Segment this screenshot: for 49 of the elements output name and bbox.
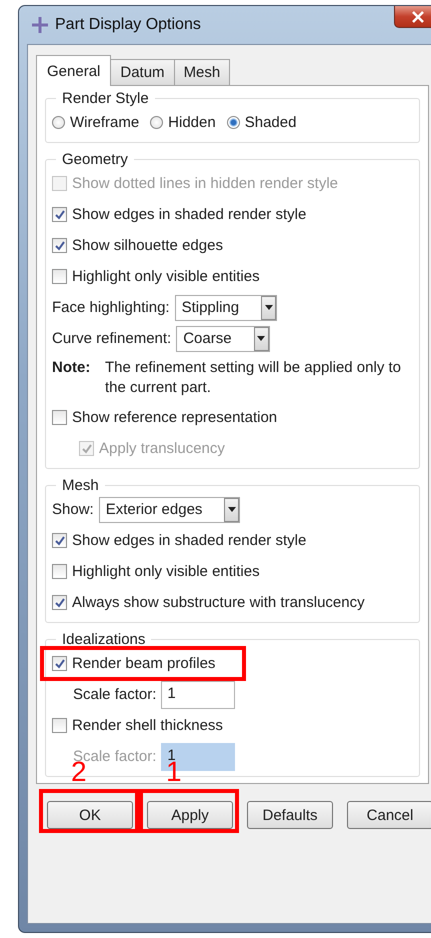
checkbox[interactable] — [52, 718, 67, 733]
checkbox-label[interactable]: Render shell thickness — [72, 717, 223, 734]
tab[interactable]: Mesh — [174, 59, 230, 85]
dialog-button[interactable]: Apply — [147, 801, 233, 829]
radio-option[interactable]: Hidden — [150, 114, 216, 131]
dropdown-label: Show: — [52, 501, 94, 518]
dropdown-label: Curve refinement: — [52, 330, 172, 347]
dropdown-label: Face highlighting: — [52, 299, 170, 316]
checkbox-label[interactable]: Render beam profiles — [72, 655, 216, 672]
dropdown[interactable]: Coarse — [176, 326, 270, 352]
input-field[interactable]: 1 — [161, 680, 236, 708]
dialog-button[interactable]: Cancel — [347, 801, 431, 829]
checkbox[interactable] — [52, 238, 67, 253]
checkbox[interactable] — [52, 656, 67, 671]
radio-option[interactable]: Wireframe — [52, 114, 140, 131]
field-label: Scale factor: — [73, 686, 156, 703]
dropdown-arrow-icon — [257, 336, 266, 341]
dropdown[interactable]: Stippling — [174, 294, 278, 320]
checkbox-label[interactable]: Show silhouette edges — [72, 237, 223, 254]
window-title: Part Display Options — [55, 16, 201, 34]
dropdown[interactable]: Exterior edges — [98, 496, 240, 522]
app-icon — [31, 16, 49, 34]
checkbox-label[interactable]: Show reference representation — [72, 409, 278, 426]
checkbox[interactable] — [52, 564, 67, 579]
tab[interactable]: General — [36, 55, 112, 86]
note-label: Note: — [52, 358, 92, 378]
checkbox-label[interactable]: Highlight only visible entities — [72, 268, 260, 285]
group-title: Geometry — [61, 151, 129, 168]
dropdown-arrow-icon — [228, 507, 236, 512]
group-title: Idealizations — [61, 631, 146, 648]
checkbox-label[interactable]: Show edges in shaded render style — [72, 532, 306, 549]
checkbox-label[interactable]: Show edges in shaded render style — [72, 206, 306, 223]
tab[interactable]: Datum — [110, 59, 175, 85]
checkbox[interactable] — [52, 595, 67, 610]
checkbox-label[interactable]: Always show substructure with translucency — [72, 594, 365, 611]
note-text: The refinement setting will be applied only to the current part. — [105, 358, 402, 398]
close-button[interactable] — [394, 6, 431, 28]
dialog-button[interactable]: Defaults — [247, 801, 333, 829]
checkbox[interactable] — [52, 410, 67, 425]
group-title: Mesh — [61, 477, 100, 494]
checkbox[interactable] — [52, 533, 67, 548]
radio-option[interactable]: Shaded — [226, 114, 296, 131]
dialog-button[interactable]: OK — [47, 801, 133, 829]
checkbox[interactable] — [52, 269, 67, 284]
group-title: Render Style — [61, 90, 150, 107]
checkbox-label[interactable]: Highlight only visible entities — [72, 563, 260, 580]
close-icon — [411, 10, 425, 22]
dropdown-arrow-icon — [264, 305, 273, 310]
checkbox[interactable] — [52, 207, 67, 222]
